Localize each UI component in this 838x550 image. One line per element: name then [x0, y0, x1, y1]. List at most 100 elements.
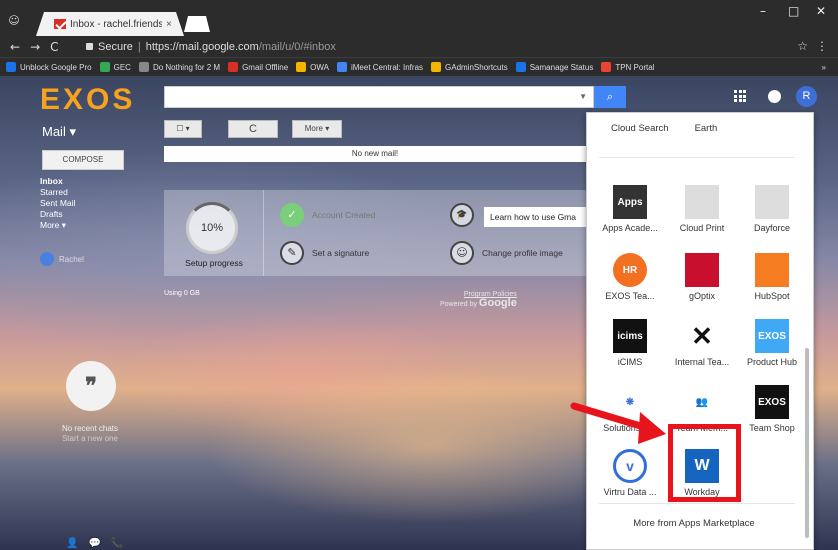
app-tile-exos-tea[interactable]: HR EXOS Tea...	[595, 253, 665, 301]
tab-title: Inbox - rachel.friends@t	[70, 18, 162, 30]
task-learn-gmail[interactable]: 🎓	[450, 203, 474, 227]
no-mail-message: No new mail!	[164, 146, 586, 162]
task-account-created: ✓ Account Created	[280, 203, 375, 227]
app-icon	[685, 253, 719, 287]
app-tile-internal-tea[interactable]: ✕ Internal Tea...	[667, 319, 737, 367]
bookmark-label: GAdminShortcuts	[445, 62, 508, 72]
select-checkbox-button[interactable]: ☐ ▾	[164, 120, 202, 138]
app-tile-hubspot[interactable]: HubSpot	[737, 253, 807, 301]
graduation-cap-icon: 🎓	[450, 203, 474, 227]
bookmarks-overflow-icon[interactable]: »	[822, 63, 826, 72]
account-avatar[interactable]: R	[796, 86, 817, 107]
bookmark-item[interactable]: TPN Portal	[601, 62, 654, 72]
bookmark-item[interactable]: iMeet Central: Infras	[336, 62, 423, 72]
mail-menu[interactable]: Mail ▾	[42, 124, 76, 140]
app-icon: EXOS	[755, 385, 789, 419]
url-separator: |	[137, 40, 141, 53]
google-logo: Google	[478, 297, 517, 309]
address-bar[interactable]: Secure | https://mail.google.com/mail/u/…	[86, 38, 804, 55]
folder-list: Inbox Starred Sent Mail Drafts More ▾	[40, 176, 75, 231]
bookmark-icon	[336, 62, 347, 72]
browser-tab-inbox[interactable]: Inbox - rachel.friends@t ×	[36, 12, 184, 36]
bookmark-label: TPN Portal	[615, 62, 655, 72]
app-icon	[755, 185, 789, 219]
apps-grid-icon[interactable]	[734, 90, 746, 102]
forward-button[interactable]: →	[30, 40, 40, 54]
search-input[interactable]: ▼	[164, 86, 594, 108]
url-path: /mail/u/0/#inbox	[258, 40, 336, 53]
app-tile-goptix[interactable]: gOptix	[667, 253, 737, 301]
more-button[interactable]: More ▾	[292, 120, 342, 138]
compose-button[interactable]: COMPOSE	[42, 150, 124, 170]
notifications-icon[interactable]	[768, 90, 781, 103]
folder-more[interactable]: More ▾	[40, 220, 75, 231]
no-chats-message: No recent chats Start a new one	[40, 424, 140, 444]
task-label[interactable]: Learn how to use Gma	[484, 207, 586, 227]
progress-value: 10%	[200, 222, 224, 234]
folder-drafts[interactable]: Drafts	[40, 209, 75, 220]
bookmark-star-icon[interactable]: ☆	[797, 39, 808, 53]
app-tile-dayforce[interactable]: Dayforce	[737, 185, 807, 233]
bookmark-icon	[138, 62, 149, 72]
back-button[interactable]: ←	[10, 40, 20, 54]
maximize-button[interactable]: □	[788, 4, 799, 18]
folder-inbox[interactable]: Inbox	[40, 176, 75, 187]
app-label: gOptix	[688, 291, 715, 301]
search-options-icon[interactable]: ▼	[579, 92, 587, 101]
bookmark-label: Unblock Google Pro	[20, 62, 92, 72]
hangouts-bottom-bar: 👤 💬 📞	[66, 538, 123, 549]
bookmark-item[interactable]: Samanage Status	[515, 62, 593, 72]
bookmark-item[interactable]: GEC	[99, 62, 131, 72]
bookmark-item[interactable]: Gmail Offline	[228, 62, 288, 72]
close-window-button[interactable]: ✕	[816, 4, 826, 18]
app-icon: EXOS	[755, 319, 789, 353]
search-button[interactable]: ⌕	[594, 86, 626, 108]
bookmark-item[interactable]: Unblock Google Pro	[6, 62, 92, 72]
app-tile-icims[interactable]: icims iCIMS	[595, 319, 665, 367]
minimize-button[interactable]: –	[760, 4, 766, 18]
phone-icon[interactable]: 📞	[111, 538, 123, 549]
reload-button[interactable]: C	[50, 40, 58, 54]
app-icon: HR	[613, 253, 647, 287]
task-label: Change profile image	[482, 248, 563, 258]
task-change-profile-image[interactable]: ☺ Change profile image	[450, 241, 563, 265]
bookmark-icon	[296, 62, 307, 72]
app-tile-apps-acade[interactable]: Apps Apps Acade...	[595, 185, 665, 233]
task-set-signature[interactable]: ✎ Set a signature	[280, 241, 369, 265]
app-tile-product-hub[interactable]: EXOS Product Hub	[737, 319, 807, 367]
bookmark-icon	[6, 62, 16, 72]
more-apps-link[interactable]: More from Apps Marketplace	[587, 518, 801, 529]
new-tab-button[interactable]	[184, 16, 210, 32]
bookmark-item[interactable]: Do Nothing for 2 M	[138, 62, 220, 72]
tab-close-icon[interactable]: ×	[166, 19, 172, 30]
bookmark-icon	[99, 62, 110, 72]
app-label: Team Shop	[749, 423, 795, 433]
app-cloud-search[interactable]: Cloud Search	[611, 123, 669, 134]
exos-logo[interactable]: EXOS	[40, 83, 135, 117]
browser-menu-icon[interactable]: ⋮	[816, 39, 828, 53]
refresh-button[interactable]: C	[228, 120, 278, 138]
hangouts-quote-icon: ❞	[66, 361, 116, 411]
powered-by-label: Powered by	[440, 301, 477, 308]
footer-policies: Program Policies Powered by Google	[440, 290, 517, 309]
start-new-chat-link[interactable]: Start a new one	[40, 434, 140, 444]
bookmark-item[interactable]: OWA	[296, 62, 329, 72]
chat-icon[interactable]: 💬	[88, 538, 100, 549]
contacts-icon[interactable]: 👤	[66, 538, 78, 549]
hangouts-user[interactable]: Rachel	[40, 252, 84, 266]
app-label: Cloud Print	[679, 223, 725, 233]
app-icon: ✕	[685, 319, 719, 353]
bookmark-label: Gmail Offline	[242, 62, 289, 72]
bookmark-item[interactable]: GAdminShortcuts	[431, 62, 508, 72]
secure-label: Secure	[98, 40, 133, 53]
app-tile-virtru-data[interactable]: v Virtru Data ...	[595, 449, 665, 497]
app-earth[interactable]: Earth	[695, 123, 718, 134]
folder-starred[interactable]: Starred	[40, 187, 75, 198]
app-tile-team-shop[interactable]: EXOS Team Shop	[737, 385, 807, 433]
folder-sent[interactable]: Sent Mail	[40, 198, 75, 209]
apps-scrollbar[interactable]	[805, 348, 809, 538]
search-icon: ⌕	[606, 90, 614, 103]
divider	[599, 157, 795, 158]
app-tile-cloud-print[interactable]: Cloud Print	[667, 185, 737, 233]
storage-usage: Using 0 GB	[164, 290, 200, 297]
